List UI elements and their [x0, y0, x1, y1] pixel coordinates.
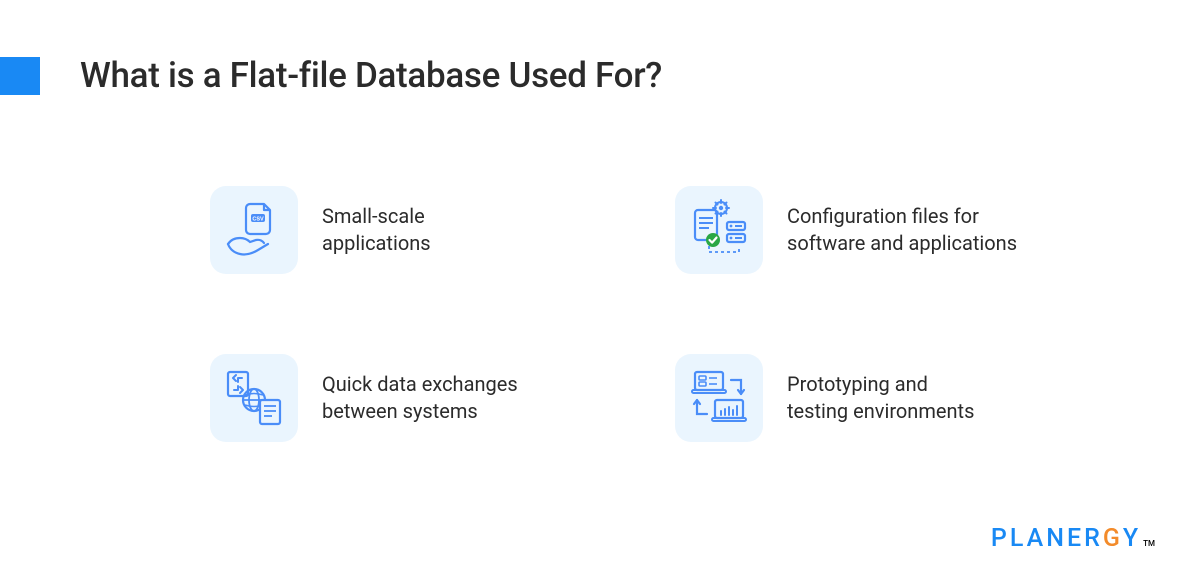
items-grid: CSV Small-scale applications	[0, 126, 1200, 442]
item-label: Quick data exchanges between systems	[322, 371, 518, 425]
item-label: Prototyping and testing environments	[787, 371, 974, 425]
brand-text: PLANERGY	[991, 524, 1141, 553]
brand-tm: TM	[1143, 539, 1155, 548]
page-title: What is a Flat-file Database Used For?	[80, 55, 662, 96]
item-config: Configuration files for software and app…	[675, 186, 1060, 274]
config-gear-icon	[675, 186, 763, 274]
item-exchange: Quick data exchanges between systems	[210, 354, 595, 442]
accent-bar	[0, 57, 40, 95]
item-label: Configuration files for software and app…	[787, 203, 1017, 257]
exchange-globe-icon	[210, 354, 298, 442]
item-small-scale: CSV Small-scale applications	[210, 186, 595, 274]
csv-hand-icon: CSV	[210, 186, 298, 274]
prototype-laptops-icon	[675, 354, 763, 442]
item-label: Small-scale applications	[322, 203, 431, 257]
header: What is a Flat-file Database Used For?	[0, 0, 1200, 126]
svg-text:CSV: CSV	[252, 217, 264, 223]
brand-logo: PLANERGY TM	[991, 524, 1155, 553]
item-prototype: Prototyping and testing environments	[675, 354, 1060, 442]
